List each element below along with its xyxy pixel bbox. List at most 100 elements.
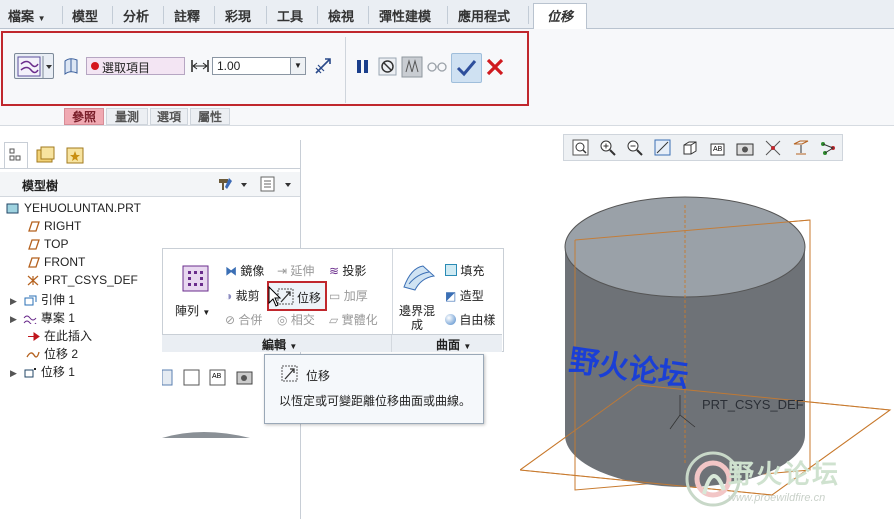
project-button[interactable]: ≋ 投影: [329, 262, 366, 279]
tools-dropdown[interactable]: [216, 175, 250, 193]
tree-item-top[interactable]: TOP: [26, 237, 68, 251]
glasses-icon[interactable]: [426, 58, 448, 74]
fill-button[interactable]: 填充: [445, 262, 484, 279]
zoom-in-icon[interactable]: [599, 139, 617, 157]
style-button[interactable]: ◩ 造型: [445, 287, 484, 304]
solidify-button[interactable]: ▱ 實體化: [329, 311, 378, 328]
style-icon: ◩: [445, 289, 457, 303]
insert-arrow-icon: [28, 332, 40, 342]
extend-button[interactable]: ⇥ 延伸: [277, 262, 314, 279]
flip-direction-icon[interactable]: [313, 56, 333, 76]
folder-icon: [36, 146, 55, 163]
thicken-button[interactable]: ▭ 加厚: [329, 287, 368, 304]
surface-icon: [24, 368, 36, 378]
boundary-blend-label-2: 成: [411, 318, 424, 332]
offset-type-dropdown[interactable]: [14, 53, 54, 79]
tab-tools[interactable]: 工具: [277, 6, 303, 25]
tab-measure[interactable]: 量測: [106, 108, 148, 125]
tab-model[interactable]: 模型: [72, 6, 98, 25]
mirror-button[interactable]: ⧓ 鏡像: [225, 262, 264, 279]
tab-render[interactable]: 彩現: [225, 6, 251, 25]
verify-mode-icon[interactable]: [401, 56, 423, 78]
tree-item-offset-2[interactable]: 位移 2: [26, 345, 78, 362]
fill-label: 填充: [460, 264, 485, 278]
reference-collector[interactable]: 選取項目: [86, 57, 185, 75]
zoom-out-icon[interactable]: [626, 139, 644, 157]
tree-item-offset-1[interactable]: ▶ 位移 1: [10, 363, 75, 380]
merge-icon: ⊘: [225, 313, 236, 327]
favorites-icon: [66, 147, 84, 164]
group-label: 編輯: [262, 338, 287, 352]
cancel-icon[interactable]: [485, 57, 505, 77]
divider: [368, 6, 369, 24]
view-manager-icon[interactable]: [736, 139, 754, 157]
tree-item-part[interactable]: YEHUOLUNTAN.PRT: [6, 201, 141, 215]
tree-item-project[interactable]: ▶ 專案 1: [10, 309, 75, 326]
settings-dropdown[interactable]: [258, 175, 296, 193]
boundary-blend-icon: [403, 265, 436, 291]
offset-distance-input[interactable]: 1.00 ▼: [212, 57, 306, 75]
chevron-down-icon: ▼: [37, 14, 46, 23]
extrude-icon: [24, 295, 37, 306]
forum-watermark: 野火论坛 www.proewildfire.cn: [684, 448, 884, 514]
divider: [266, 6, 267, 24]
datum-display-icon[interactable]: [792, 139, 810, 157]
trim-button[interactable]: ◑ 裁剪: [225, 287, 260, 304]
pattern-button[interactable]: 陣列 ▼: [175, 302, 210, 319]
pattern-label: 陣列: [175, 304, 200, 318]
pause-icon[interactable]: [354, 57, 372, 75]
file-menu-label: 檔案: [8, 9, 35, 24]
tab-offset[interactable]: 位移: [533, 3, 587, 30]
trim-label: 裁剪: [235, 289, 260, 303]
chevron-down-icon: ▼: [202, 308, 211, 317]
editing-group-label[interactable]: 編輯 ▼: [262, 336, 297, 353]
merge-button[interactable]: ⊘ 合併: [225, 311, 262, 328]
intersect-button[interactable]: ◎ 相交: [277, 311, 315, 328]
surfaces-group-label[interactable]: 曲面 ▼: [436, 336, 471, 353]
ok-button[interactable]: [451, 53, 482, 83]
tab-references[interactable]: 參照: [64, 108, 104, 125]
tab-flexible-modeling[interactable]: 彈性建模: [379, 6, 431, 25]
trim-icon: ◑: [225, 289, 233, 303]
solidify-icon: ▱: [329, 313, 339, 327]
freestyle-button[interactable]: 自由樣: [445, 311, 495, 328]
offset-label: 位移: [297, 291, 322, 305]
csys-label: PRT_CSYS_DEF: [702, 397, 804, 412]
refit-icon[interactable]: [572, 139, 590, 157]
tab-analysis[interactable]: 分析: [123, 6, 149, 25]
expand-arrow-icon[interactable]: ▶: [10, 368, 17, 378]
perspective-icon[interactable]: [764, 139, 782, 157]
tab-model-tree[interactable]: [4, 142, 28, 169]
saved-views-icon[interactable]: AB: [709, 139, 727, 157]
tree-item-front[interactable]: FRONT: [26, 255, 85, 269]
repaint-icon[interactable]: [654, 139, 672, 157]
chevron-down-icon[interactable]: ▼: [290, 58, 305, 74]
tree-item-insert-here[interactable]: 在此插入: [26, 327, 92, 344]
svg-text:AB: AB: [212, 373, 222, 380]
tab-options[interactable]: 選項: [150, 108, 188, 125]
tree-item-extrude[interactable]: ▶ 引伸 1: [10, 291, 75, 308]
no-preview-icon[interactable]: [378, 57, 398, 77]
tab-applications[interactable]: 應用程式: [458, 6, 510, 25]
datum-plane-icon: [28, 239, 40, 250]
watermark-title: 野火论坛: [728, 459, 841, 489]
tab-view[interactable]: 檢視: [328, 6, 354, 25]
divider: [0, 168, 300, 169]
expand-arrow-icon[interactable]: ▶: [10, 296, 17, 306]
ribbon-tab-bar: 檔案 ▼ 模型 分析 註釋 彩現 工具 檢視 彈性建模 應用程式 位移: [0, 0, 894, 30]
tab-annotate[interactable]: 註釋: [174, 6, 200, 25]
tab-favorites[interactable]: [62, 142, 88, 168]
tab-properties[interactable]: 屬性: [190, 108, 230, 125]
tooltip-title: 位移: [306, 369, 331, 383]
tree-item-csys[interactable]: PRT_CSYS_DEF: [26, 273, 138, 287]
expand-arrow-icon[interactable]: ▶: [10, 314, 17, 324]
annotation-display-icon[interactable]: [819, 139, 837, 157]
chevron-down-icon: ▼: [289, 342, 298, 351]
display-style-icon[interactable]: [681, 139, 699, 157]
divider: [214, 6, 215, 24]
tree-item-right[interactable]: RIGHT: [26, 219, 81, 233]
tab-folder-browser[interactable]: [32, 142, 58, 168]
file-menu[interactable]: 檔案 ▼: [8, 6, 46, 25]
tree-icon: [9, 148, 21, 161]
svg-text:AB: AB: [713, 146, 723, 153]
